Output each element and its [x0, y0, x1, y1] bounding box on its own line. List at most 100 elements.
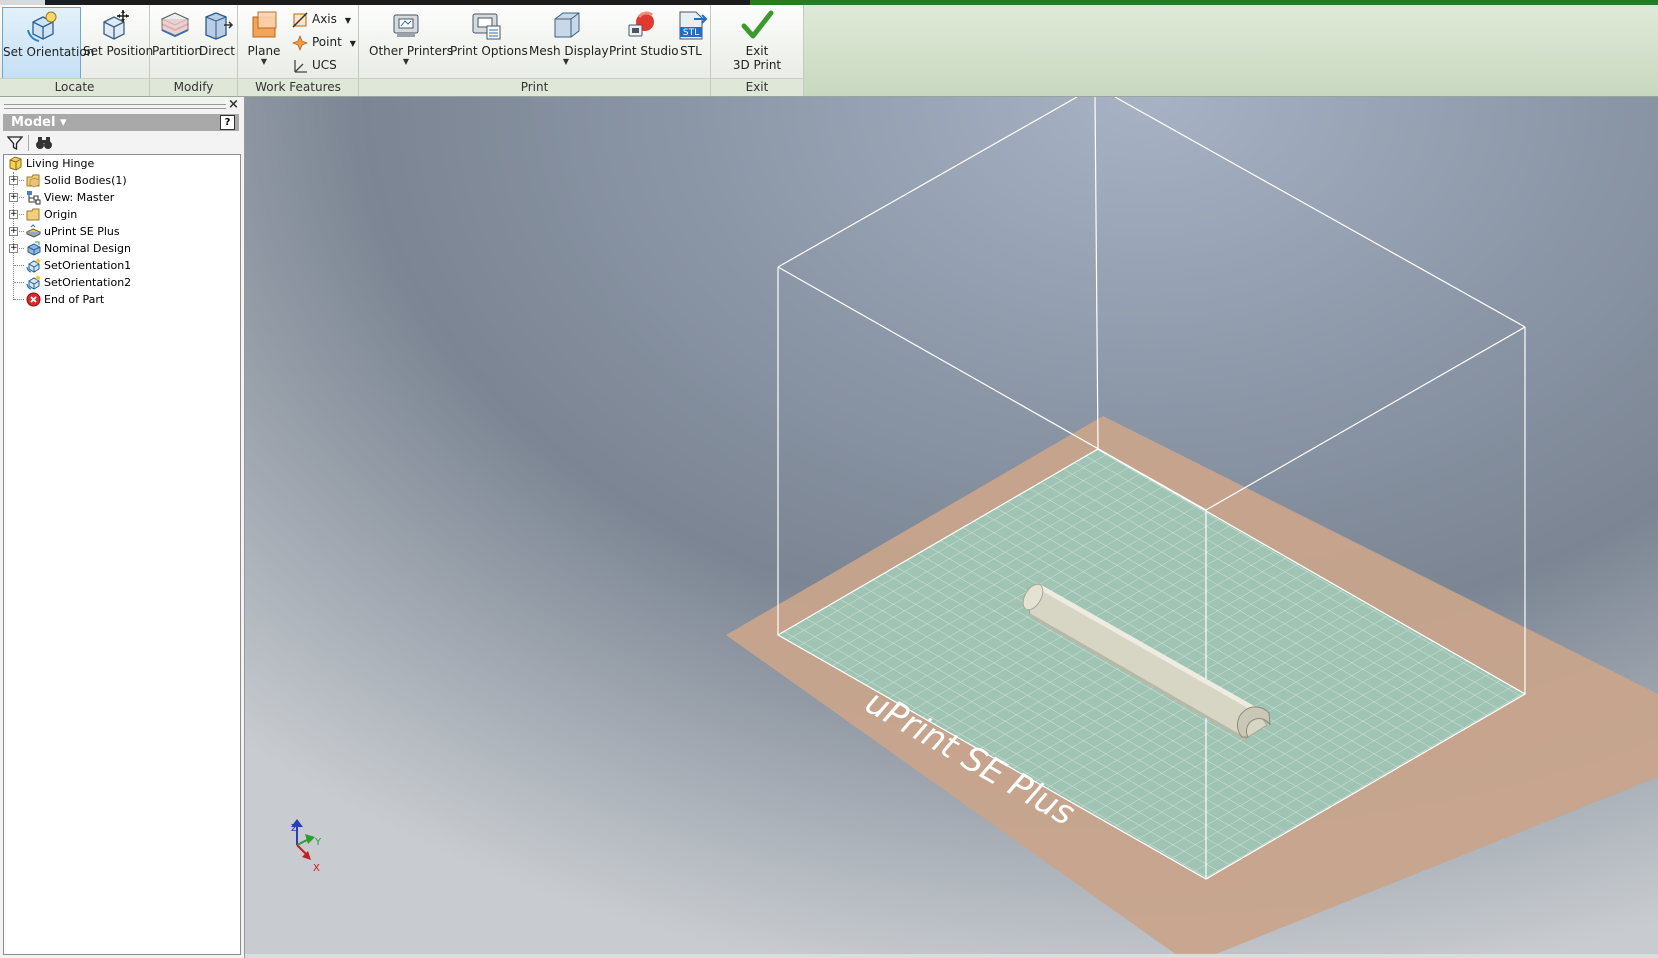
tree-node-label: Living Hinge [26, 157, 95, 170]
plane-icon [252, 11, 277, 38]
panel-grip[interactable] [4, 104, 226, 109]
print-options-label: Print Options [450, 44, 528, 58]
direct-label: Direct [199, 44, 235, 58]
tree-node-nominal-design[interactable]: + Nominal Design [4, 240, 234, 257]
plane-button[interactable]: Plane ▼ [242, 7, 286, 79]
stl-label: STL [680, 44, 702, 58]
axis-dropdown-arrow[interactable]: ▼ [345, 16, 351, 25]
partition-label: Partition [152, 44, 203, 58]
group-work-features: Plane ▼ Axis ▼ Point ▼ UCS Work Features [238, 5, 359, 96]
exit-label-line1: Exit [745, 44, 769, 58]
point-label: Point [312, 35, 342, 49]
set-position-button[interactable]: Set Position [83, 7, 154, 79]
set-position-icon [103, 10, 129, 40]
axis-x-label: X [313, 863, 320, 874]
folder-icon [26, 208, 40, 221]
group-print: Other Printers ▼ Print Options Mesh Disp… [359, 5, 711, 96]
group-work-features-label: Work Features [238, 78, 358, 96]
expand-toggle[interactable]: + [9, 244, 18, 253]
point-dropdown-arrow[interactable]: ▼ [350, 39, 356, 48]
expand-toggle[interactable]: + [9, 176, 18, 185]
stl-icon-text: STL [683, 28, 699, 38]
other-printers-dropdown-arrow[interactable]: ▼ [369, 58, 443, 66]
tree-node-setorientation1[interactable]: SetOrientation1 [4, 257, 234, 274]
mesh-display-icon [554, 12, 580, 38]
partition-icon [160, 12, 190, 38]
view-rep-icon [27, 191, 41, 205]
axis-icon [292, 11, 308, 28]
axis-triad: Z Y X [291, 819, 322, 874]
ribbon-empty-area [804, 5, 1658, 96]
tree-node-label: Solid Bodies(1) [44, 174, 127, 187]
graphics-viewport[interactable]: uPrint SE Plus Z Y X [245, 97, 1658, 958]
plane-label: Plane [247, 44, 281, 58]
help-icon[interactable]: ? [220, 115, 235, 130]
other-printers-button[interactable]: Other Printers ▼ [369, 7, 454, 79]
exit-3d-print-button[interactable]: Exit 3D Print [713, 7, 801, 79]
tree-connector [14, 265, 24, 266]
other-printers-label: Other Printers [369, 44, 454, 58]
tree-node-living-hinge[interactable]: Living Hinge [4, 155, 234, 172]
axis-z-label: Z [291, 823, 298, 834]
tree-node-label: Origin [44, 208, 78, 221]
group-exit: Exit 3D Print Exit [711, 5, 804, 96]
plane-dropdown-arrow[interactable]: ▼ [242, 58, 286, 66]
mesh-display-label: Mesh Display [529, 44, 609, 58]
find-binoculars-icon[interactable] [35, 135, 53, 151]
tree-node-uprint-se-plus[interactable]: + uPrint SE Plus [4, 223, 234, 240]
part-icon [9, 156, 22, 171]
set-orientation-label: Set Orientation [3, 45, 95, 59]
model-tree: Living Hinge + Solid Bodies(1) + View: M… [3, 154, 241, 955]
direct-button[interactable]: Direct [199, 7, 235, 79]
expand-toggle[interactable]: + [9, 193, 18, 202]
tree-connector [14, 282, 24, 283]
axis-label: Axis [312, 12, 337, 26]
tree-node-setorientation2[interactable]: SetOrientation2 [4, 274, 234, 291]
tree-node-label: End of Part [44, 293, 105, 306]
print-options-button[interactable]: Print Options [450, 7, 528, 79]
expand-toggle[interactable]: + [9, 210, 18, 219]
group-print-label: Print [359, 78, 710, 96]
tree-node-label: View: Master [44, 191, 115, 204]
tree-node-solid-bodies[interactable]: + Solid Bodies(1) [4, 172, 234, 189]
print-studio-icon [628, 11, 654, 37]
tree-node-label: SetOrientation1 [44, 259, 132, 272]
tree-node-label: SetOrientation2 [44, 276, 132, 289]
panel-close-button[interactable]: × [228, 97, 239, 112]
axis-y-label: Y [314, 837, 322, 848]
orientation-icon [26, 258, 41, 273]
end-of-part-icon [26, 292, 41, 307]
axis-button[interactable]: Axis ▼ [292, 9, 351, 29]
group-locate: Set Orientation Set Position Locate [0, 5, 154, 96]
mesh-display-button[interactable]: Mesh Display ▼ [529, 7, 609, 79]
viewport-bottom-edge [245, 954, 1658, 958]
ucs-label: UCS [312, 58, 337, 72]
scene-canvas: uPrint SE Plus Z Y X [291, 97, 1658, 958]
partition-button[interactable]: Partition [152, 7, 203, 79]
model-title: Model [11, 115, 56, 130]
toolbar-separator [28, 135, 29, 151]
tree-node-end-of-part[interactable]: End of Part [4, 291, 234, 308]
model-browser-header: Model ▾ ? [3, 114, 239, 131]
printer-icon [26, 224, 41, 238]
point-button[interactable]: Point ▼ [291, 32, 356, 52]
orientation-icon [26, 275, 41, 290]
set-orientation-button[interactable]: Set Orientation [2, 7, 95, 79]
stl-button[interactable]: STL STL [674, 7, 708, 79]
tree-node-view-master[interactable]: + View: Master [4, 189, 234, 206]
group-locate-label: Locate [0, 78, 149, 96]
print-options-icon [472, 13, 501, 40]
mesh-display-dropdown-arrow[interactable]: ▼ [529, 58, 603, 66]
print-studio-button[interactable]: Print Studio [609, 7, 679, 79]
ucs-button[interactable]: UCS [292, 55, 337, 75]
tree-node-origin[interactable]: + Origin [4, 206, 234, 223]
exit-label-line2: 3D Print [732, 58, 782, 72]
design-icon [27, 241, 41, 256]
model-title-dropdown[interactable]: Model ▾ [11, 115, 67, 130]
expand-toggle[interactable]: + [9, 227, 18, 236]
point-icon [291, 34, 309, 51]
set-position-label: Set Position [83, 44, 154, 58]
filter-icon[interactable] [7, 135, 23, 151]
ucs-icon [294, 59, 307, 73]
browser-toolbar [3, 133, 239, 153]
